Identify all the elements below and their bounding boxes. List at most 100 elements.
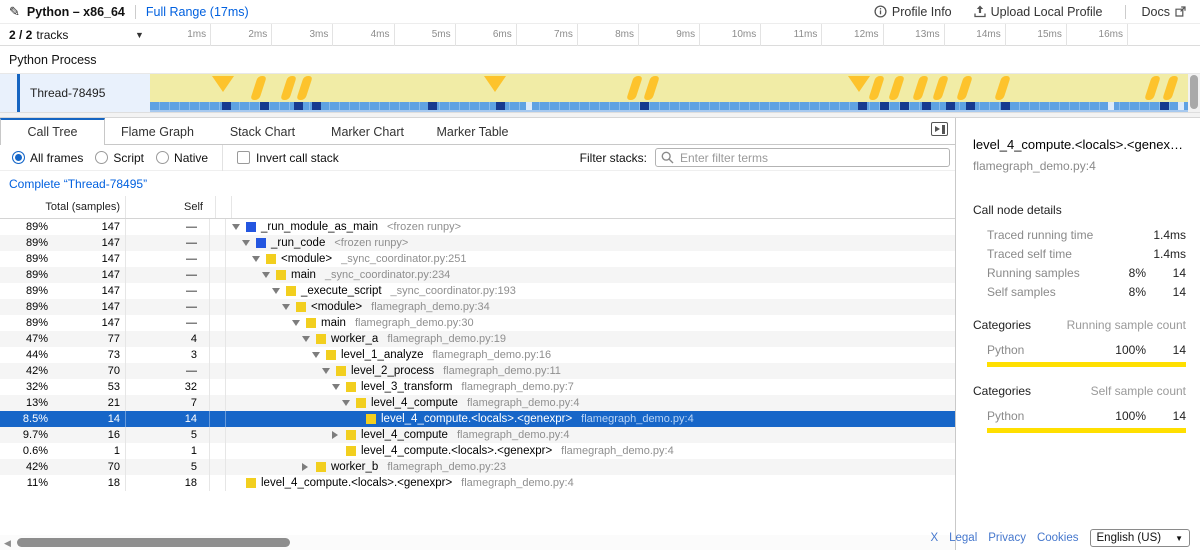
- tab-marker-chart[interactable]: Marker Chart: [315, 118, 420, 144]
- search-icon: [661, 151, 674, 164]
- thread-track-row[interactable]: Thread-78495: [0, 74, 1200, 112]
- sidebar-toggle-button[interactable]: [931, 122, 948, 136]
- tab-marker-table[interactable]: Marker Table: [420, 118, 525, 144]
- function-location: _sync_coordinator.py:193: [391, 283, 516, 299]
- tree-row[interactable]: 11%1818level_4_compute.<locals>.<genexpr…: [0, 475, 955, 491]
- docs-link[interactable]: Docs: [1142, 5, 1186, 19]
- tracks-dropdown[interactable]: 2 / 2 tracks ▼: [9, 24, 68, 46]
- marker-slash-icon: [994, 76, 1011, 100]
- ruler-tick-label: 11ms: [794, 29, 818, 40]
- twisty-icon[interactable]: [272, 288, 284, 294]
- tree-row[interactable]: 9.7%165level_4_computeflamegraph_demo.py…: [0, 427, 955, 443]
- twisty-icon[interactable]: [312, 352, 324, 358]
- tree-row[interactable]: 13%217level_4_computeflamegraph_demo.py:…: [0, 395, 955, 411]
- filter-box: [655, 148, 950, 167]
- tree-row[interactable]: 32%5332level_3_transformflamegraph_demo.…: [0, 379, 955, 395]
- tree-row[interactable]: 89%147—<module>flamegraph_demo.py:34: [0, 299, 955, 315]
- row-total-percent: 89%: [0, 251, 48, 267]
- twisty-icon[interactable]: [302, 463, 314, 471]
- upload-local-profile-button[interactable]: Upload Local Profile: [974, 5, 1103, 19]
- legal-link[interactable]: Legal: [949, 532, 977, 544]
- function-location: flamegraph_demo.py:7: [461, 379, 574, 395]
- profile-info-button[interactable]: Profile Info: [874, 5, 952, 19]
- tree-row[interactable]: 89%147—_run_code<frozen runpy>: [0, 235, 955, 251]
- category-square-icon: [266, 254, 276, 264]
- tab-stack-chart[interactable]: Stack Chart: [210, 118, 315, 144]
- full-range-breadcrumb[interactable]: Full Range (17ms): [146, 5, 249, 19]
- ruler-tick-label: 5ms: [432, 29, 451, 40]
- native-radio[interactable]: [156, 151, 169, 164]
- sample-segment-dark: [312, 102, 321, 110]
- language-select[interactable]: English (US) ▼: [1090, 529, 1190, 547]
- ruler-tick-label: 16ms: [1099, 29, 1123, 40]
- x-link[interactable]: X: [930, 532, 938, 544]
- twisty-icon[interactable]: [262, 272, 274, 278]
- twisty-icon[interactable]: [342, 400, 354, 406]
- twisty-icon[interactable]: [322, 368, 334, 374]
- thread-track-label[interactable]: Thread-78495: [0, 74, 150, 112]
- category-square-icon: [296, 302, 306, 312]
- tree-row[interactable]: 89%147—<module>_sync_coordinator.py:251: [0, 251, 955, 267]
- twisty-icon[interactable]: [302, 336, 314, 342]
- invert-call-stack-label[interactable]: Invert call stack: [256, 151, 339, 165]
- track-vertical-scrollbar[interactable]: [1188, 74, 1200, 112]
- all-frames-radio[interactable]: [12, 151, 25, 164]
- edit-profile-name-icon[interactable]: ✎: [9, 4, 20, 20]
- row-total-percent: 42%: [0, 459, 48, 475]
- marker-slash-icon: [956, 76, 973, 100]
- tree-row[interactable]: 0.6%11level_4_compute.<locals>.<genexpr>…: [0, 443, 955, 459]
- tree-row[interactable]: 89%147—main_sync_coordinator.py:234: [0, 267, 955, 283]
- row-total-samples: 147: [48, 219, 120, 235]
- tree-row[interactable]: 89%147—_run_module_as_main<frozen runpy>: [0, 219, 955, 235]
- tree-row[interactable]: 8.5%1414level_4_compute.<locals>.<genexp…: [0, 411, 955, 427]
- scrollbar-thumb[interactable]: [1190, 75, 1198, 109]
- privacy-link[interactable]: Privacy: [988, 532, 1026, 544]
- native-label[interactable]: Native: [174, 151, 208, 165]
- detail-label: Traced running time: [987, 228, 1102, 242]
- script-label[interactable]: Script: [113, 151, 144, 165]
- tab-call-tree[interactable]: Call Tree: [0, 118, 105, 145]
- twisty-icon[interactable]: [282, 304, 294, 310]
- function-name: level_4_compute: [361, 427, 448, 443]
- horizontal-scrollbar[interactable]: ◀: [0, 535, 955, 550]
- twisty-icon[interactable]: [292, 320, 304, 326]
- filter-stacks-input[interactable]: [655, 148, 950, 167]
- script-radio[interactable]: [95, 151, 108, 164]
- sample-segment-dark: [1160, 102, 1169, 110]
- tree-row[interactable]: 89%147—mainflamegraph_demo.py:30: [0, 315, 955, 331]
- tab-flame-graph[interactable]: Flame Graph: [105, 118, 210, 144]
- detail-label: Traced self time: [987, 247, 1102, 261]
- twisty-icon[interactable]: [332, 384, 344, 390]
- scrollbar-thumb[interactable]: [17, 538, 290, 547]
- total-samples-column-header[interactable]: Total (samples): [0, 201, 120, 213]
- thread-activity-graph[interactable]: [150, 74, 1188, 112]
- tree-row[interactable]: 44%733level_1_analyzeflamegraph_demo.py:…: [0, 347, 955, 363]
- function-name: _execute_script: [301, 283, 382, 299]
- process-track-row[interactable]: Python Process: [0, 46, 1200, 74]
- complete-thread-link[interactable]: Complete “Thread-78495”: [9, 177, 147, 191]
- tree-row[interactable]: 89%147—_execute_script_sync_coordinator.…: [0, 283, 955, 299]
- twisty-icon[interactable]: [252, 256, 264, 262]
- row-function-cell: level_4_computeflamegraph_demo.py:4: [226, 427, 955, 443]
- twisty-icon[interactable]: [332, 431, 344, 439]
- twisty-icon[interactable]: [232, 224, 244, 230]
- timeline-ruler[interactable]: 1ms2ms3ms4ms5ms6ms7ms8ms9ms10ms11ms12ms1…: [150, 24, 1188, 46]
- row-total-samples: 147: [48, 315, 120, 331]
- ruler-tick: 16ms: [1067, 24, 1128, 46]
- twisty-icon[interactable]: [242, 240, 254, 246]
- detail-percent: 8%: [1102, 266, 1146, 280]
- scroll-left-arrow-icon[interactable]: ◀: [4, 538, 11, 549]
- tree-row[interactable]: 42%705worker_bflamegraph_demo.py:23: [0, 459, 955, 475]
- marker-slash-icon: [888, 76, 905, 100]
- marker-slash-icon: [868, 76, 885, 100]
- cookies-link[interactable]: Cookies: [1037, 532, 1079, 544]
- ruler-tick-label: 8ms: [615, 29, 634, 40]
- tree-row[interactable]: 47%774worker_aflamegraph_demo.py:19: [0, 331, 955, 347]
- call-node-details-header: Call node details: [973, 203, 1186, 217]
- invert-call-stack-checkbox[interactable]: [237, 151, 250, 164]
- self-column-header[interactable]: Self: [131, 201, 203, 213]
- chevron-down-icon: ▼: [1175, 534, 1183, 543]
- categories-header: CategoriesSelf sample count: [973, 384, 1186, 398]
- tree-row[interactable]: 42%70—level_2_processflamegraph_demo.py:…: [0, 363, 955, 379]
- all-frames-label[interactable]: All frames: [30, 151, 83, 165]
